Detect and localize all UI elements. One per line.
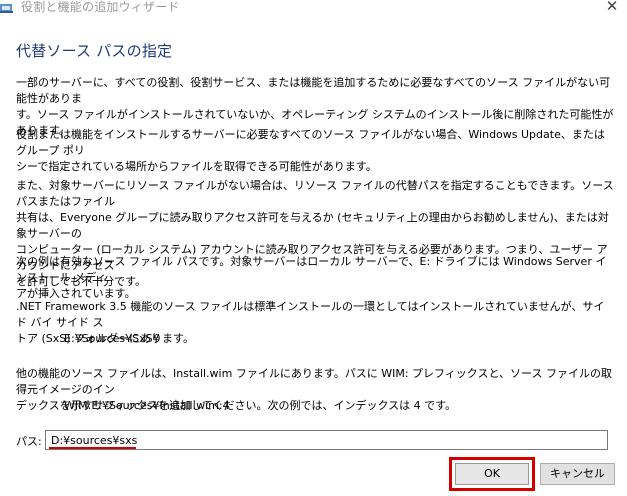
source-path-input[interactable]: D:¥sources¥sxs	[45, 430, 608, 450]
path-label: パス:	[16, 435, 42, 448]
example-wim-path: WIM:E:¥Sources¥Install.wim:4	[64, 399, 230, 412]
wizard-app-icon	[0, 4, 13, 13]
page-title: 代替ソース パスの指定	[16, 42, 173, 60]
ok-button[interactable]: OK	[455, 463, 529, 485]
path-highlight-underline	[49, 447, 136, 449]
windows-update-paragraph: 役割または機能をインストールするサーバーに必要なすべてのソース ファイルがない場…	[16, 128, 605, 173]
example-sxs-path: E:¥Sources¥SxS¥	[64, 332, 160, 345]
title-bar: 役割と機能の追加ウィザード ✕	[0, 0, 627, 20]
window-title: 役割と機能の追加ウィザード	[21, 0, 180, 14]
cancel-button[interactable]: キャンセル	[540, 463, 615, 485]
close-icon[interactable]: ✕	[598, 0, 626, 18]
example-intro-paragraph: 次の例は有効なソース ファイル パスです。対象サーバーはローカル サーバーで、E…	[16, 255, 607, 300]
